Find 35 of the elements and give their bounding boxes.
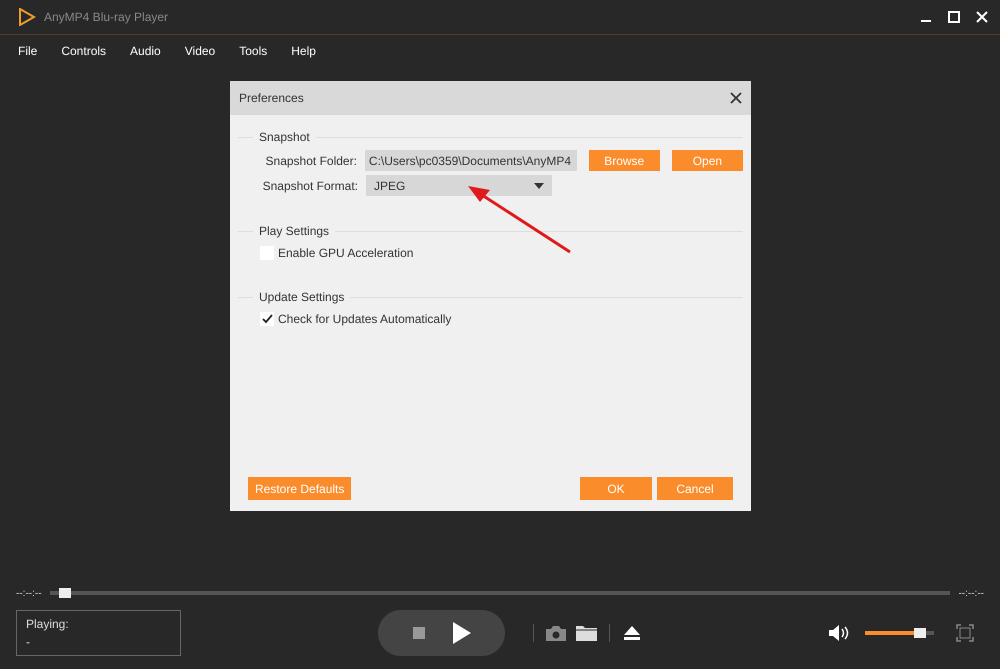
menu-item[interactable]: Video <box>184 42 216 60</box>
fullscreen-icon[interactable] <box>956 624 974 642</box>
play-icon[interactable] <box>452 622 470 644</box>
eject-icon[interactable] <box>624 626 640 640</box>
menu-item[interactable]: Tools <box>239 42 268 60</box>
menu-item[interactable]: Audio <box>130 42 161 60</box>
status-label: Playing: <box>26 616 70 633</box>
dialog-title: Preferences <box>239 90 304 107</box>
volume-icon[interactable] <box>829 624 851 642</box>
field-label: Snapshot Format: <box>262 178 358 194</box>
maximize-icon[interactable] <box>948 11 960 23</box>
status-value: - <box>26 634 31 651</box>
caret-icon <box>534 182 544 188</box>
remaining-time: --:--:-- <box>958 586 984 600</box>
section-title: Snapshot <box>258 129 311 146</box>
close-icon[interactable] <box>730 92 742 104</box>
checkbox[interactable] <box>260 312 274 326</box>
format-dropdown[interactable]: JPEG <box>366 175 552 196</box>
elapsed-time: --:--:-- <box>16 586 42 600</box>
menu-item[interactable]: File <box>18 42 38 60</box>
folder-field[interactable]: C:\Users\pc0359\Documents\AnyMP4 <box>364 150 577 171</box>
field-label: Snapshot Folder: <box>264 152 357 170</box>
checkbox-label: Enable GPU Acceleration <box>278 245 414 262</box>
menu-item[interactable]: Controls <box>61 42 106 60</box>
camera-icon[interactable] <box>546 625 566 641</box>
menu-item[interactable]: Help <box>291 42 316 60</box>
stop-icon[interactable] <box>412 627 424 639</box>
section-title: Play Settings <box>258 223 330 240</box>
section-title: Update Settings <box>258 289 346 306</box>
app-logo-icon <box>18 8 36 26</box>
folder-icon[interactable] <box>576 625 597 641</box>
window-title: AnyMP4 Blu-ray Player <box>44 9 168 26</box>
checkbox-label: Check for Updates Automatically <box>278 311 452 328</box>
volume-thumb[interactable] <box>914 628 926 638</box>
seek-thumb[interactable] <box>58 588 71 598</box>
